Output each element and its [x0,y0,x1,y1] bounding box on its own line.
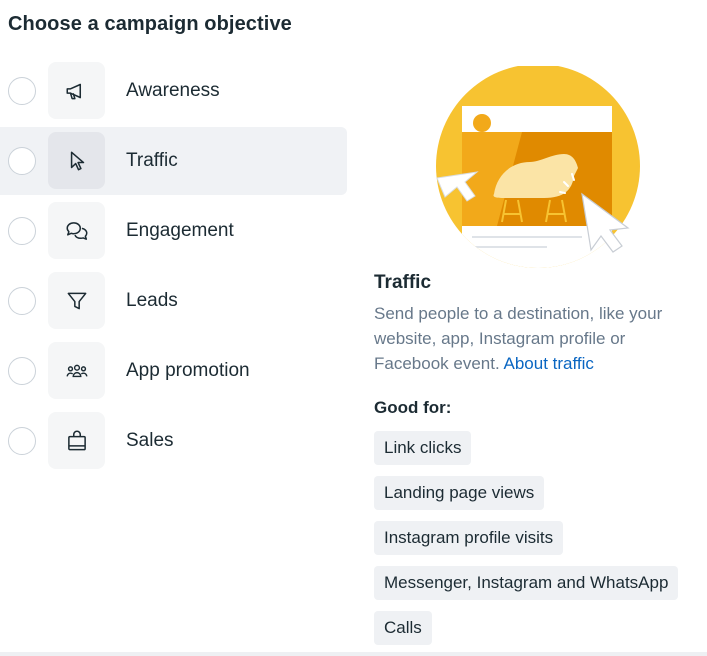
objective-label: Engagement [126,220,234,241]
about-traffic-link[interactable]: About traffic [504,354,594,373]
good-for-chip: Instagram profile visits [374,521,564,555]
good-for-chip: Link clicks [374,431,472,465]
radio-engagement[interactable] [8,217,36,245]
objective-detail-title: Traffic [374,272,432,293]
objective-app-promotion[interactable]: App promotion [0,337,347,405]
good-for-chip: Calls [374,611,432,645]
funnel-icon [48,272,105,329]
objective-engagement[interactable]: Engagement [0,197,347,265]
objective-label: App promotion [126,360,250,381]
radio-leads[interactable] [8,287,36,315]
good-for-chip: Landing page views [374,476,545,510]
campaign-objective-page: Choose a campaign objective Awareness Tr… [0,0,707,656]
page-title: Choose a campaign objective [8,13,292,35]
radio-awareness[interactable] [8,77,36,105]
people-group-icon [48,342,105,399]
shopping-bag-icon [48,412,105,469]
objective-traffic[interactable]: Traffic [0,127,347,195]
cursor-icon [48,132,105,189]
traffic-illustration [436,66,640,268]
objective-sales[interactable]: Sales [0,407,347,475]
objective-label: Traffic [126,150,178,171]
radio-app-promotion[interactable] [8,357,36,385]
objective-label: Awareness [126,80,220,101]
objective-leads[interactable]: Leads [0,267,347,335]
radio-traffic[interactable] [8,147,36,175]
objective-label: Leads [126,290,178,311]
good-for-list: Link clicks Landing page views Instagram… [374,431,679,656]
objective-list: Awareness Traffic Engagement Leads App p… [0,57,347,477]
objective-awareness[interactable]: Awareness [0,57,347,125]
radio-sales[interactable] [8,427,36,455]
divider [0,652,707,656]
good-for-heading: Good for: [374,398,452,417]
good-for-chip: Messenger, Instagram and WhatsApp [374,566,679,600]
chat-bubbles-icon [48,202,105,259]
objective-label: Sales [126,430,174,451]
megaphone-icon [48,62,105,119]
objective-detail-description: Send people to a destination, like your … [374,301,704,376]
